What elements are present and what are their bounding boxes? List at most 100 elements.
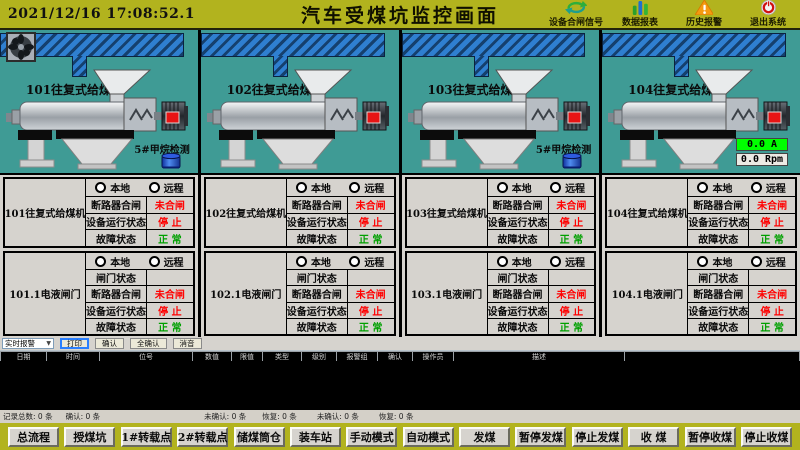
- local-label: 本地: [110, 254, 130, 269]
- alarm-mode-value: 实时报警: [5, 338, 35, 349]
- control-mode-row: 本地 远程: [487, 179, 595, 196]
- remote-mode-option[interactable]: 远程: [550, 180, 585, 195]
- local-radio[interactable]: [697, 256, 708, 267]
- header-bar: 2021/12/16 17:08:52.1 汽车受煤坑监控画面 设备合闸信号 数…: [0, 0, 800, 30]
- local-mode-option[interactable]: 本地: [497, 180, 532, 195]
- nav-overview-button[interactable]: 总流程: [8, 427, 59, 447]
- remote-radio[interactable]: [149, 256, 160, 267]
- auto-mode-button[interactable]: 自动模式: [403, 427, 454, 447]
- fault-row-label: 故障状态: [286, 318, 347, 334]
- nav-loading-station-button[interactable]: 装车站: [290, 427, 341, 447]
- remote-label: 远程: [766, 254, 786, 269]
- local-mode-option[interactable]: 本地: [497, 254, 532, 269]
- local-radio[interactable]: [697, 182, 708, 193]
- run-status: 停 止: [548, 302, 595, 318]
- nav-coal-pit-button[interactable]: 授煤坑: [64, 427, 115, 447]
- ack-all-button[interactable]: 全确认: [130, 338, 167, 349]
- remote-radio[interactable]: [751, 256, 762, 267]
- mute-button[interactable]: 消音: [173, 338, 202, 349]
- nav-transfer-point-2-button[interactable]: 2#转载点: [177, 427, 228, 447]
- local-mode-option[interactable]: 本地: [697, 254, 732, 269]
- record-total: 记录总数: 0 条: [3, 411, 53, 422]
- col-date: 日期: [1, 352, 46, 361]
- feeder-machine-graphic: [205, 68, 389, 172]
- pause-send-button[interactable]: 暂停发煤: [515, 427, 566, 447]
- local-radio[interactable]: [296, 182, 307, 193]
- mimic-area: 101往复式给煤机 5#甲烷检测 102往复式给煤机 103往复式给煤机 5#甲…: [0, 30, 800, 173]
- valve-status-table: 104.1电液闸门 本地 远程 闸门状态 断路器合闸 未合闸 设备运行状态 停 …: [605, 251, 797, 336]
- pause-receive-button[interactable]: 暂停收煤: [685, 427, 736, 447]
- breaker-status: 未合闸: [146, 285, 193, 301]
- datetime: 2021/12/16 17:08:52.1: [8, 6, 195, 22]
- alarm-mode-select[interactable]: 实时报警 ▼: [2, 338, 54, 349]
- local-radio[interactable]: [497, 182, 508, 193]
- send-coal-button[interactable]: 发煤: [459, 427, 510, 447]
- feeder-status-table: 103往复式给煤机 本地 远程 断路器合闸 未合闸 设备运行状态 停 止 故障状…: [405, 177, 597, 248]
- status-panel-104: 104往复式给煤机 本地 远程 断路器合闸 未合闸 设备运行状态 停 止 故障状…: [599, 175, 800, 337]
- local-label: 本地: [311, 254, 331, 269]
- device-close-signal-button[interactable]: 设备合闸信号: [544, 0, 608, 28]
- remote-mode-option[interactable]: 远程: [550, 254, 585, 269]
- remote-label: 远程: [164, 254, 184, 269]
- remote-mode-option[interactable]: 远程: [751, 254, 786, 269]
- remote-label: 远程: [565, 254, 585, 269]
- remote-mode-option[interactable]: 远程: [349, 254, 384, 269]
- nav-transfer-point-1-button[interactable]: 1#转载点: [121, 427, 172, 447]
- local-radio[interactable]: [296, 256, 307, 267]
- remote-radio[interactable]: [349, 256, 360, 267]
- remote-label: 远程: [766, 180, 786, 195]
- local-radio[interactable]: [497, 256, 508, 267]
- nav-coal-silo-button[interactable]: 储煤筒仓: [234, 427, 285, 447]
- local-radio[interactable]: [95, 182, 106, 193]
- local-mode-option[interactable]: 本地: [95, 254, 130, 269]
- remote-label: 远程: [565, 180, 585, 195]
- remote-mode-option[interactable]: 远程: [149, 254, 184, 269]
- stop-receive-button[interactable]: 停止收煤: [741, 427, 792, 447]
- local-mode-option[interactable]: 本地: [296, 180, 331, 195]
- ack-button[interactable]: 确认: [95, 338, 124, 349]
- breaker-row-label: 断路器合闸: [85, 196, 146, 213]
- header-button-label: 历史报警: [686, 15, 722, 28]
- history-alarm-button[interactable]: 历史报警: [672, 0, 736, 28]
- gate-row-label: 闸门状态: [85, 269, 146, 285]
- breaker-row-label: 断路器合闸: [85, 285, 146, 301]
- exit-system-button[interactable]: 退出系统: [736, 0, 800, 28]
- local-label: 本地: [712, 180, 732, 195]
- local-label: 本地: [311, 180, 331, 195]
- gate-row-label: 闸门状态: [286, 269, 347, 285]
- col-time: 时间: [47, 352, 99, 361]
- local-mode-option[interactable]: 本地: [296, 254, 331, 269]
- remote-radio[interactable]: [550, 256, 561, 267]
- data-report-button[interactable]: 数据报表: [608, 0, 672, 28]
- remote-mode-option[interactable]: 远程: [751, 180, 786, 195]
- run-row-label: 设备运行状态: [85, 213, 146, 230]
- remote-radio[interactable]: [349, 182, 360, 193]
- col-tag: 位号: [100, 352, 192, 361]
- status-panel-102: 102往复式给煤机 本地 远程 断路器合闸 未合闸 设备运行状态 停 止 故障状…: [198, 175, 399, 337]
- fault-status: 正 常: [146, 318, 193, 334]
- manual-mode-button[interactable]: 手动模式: [346, 427, 397, 447]
- device-name: 102往复式给煤机: [206, 179, 286, 246]
- fault-row-label: 故障状态: [286, 229, 347, 246]
- local-radio[interactable]: [95, 256, 106, 267]
- alarm-toolbar: 实时报警 ▼ 打印 确认 全确认 消音: [0, 337, 800, 350]
- header-button-label: 退出系统: [750, 15, 786, 28]
- col-filler: [625, 352, 799, 361]
- local-mode-option[interactable]: 本地: [95, 180, 130, 195]
- local-mode-option[interactable]: 本地: [697, 180, 732, 195]
- remote-radio[interactable]: [149, 182, 160, 193]
- remote-radio[interactable]: [550, 182, 561, 193]
- receive-coal-button[interactable]: 收 煤: [628, 427, 679, 447]
- run-row-label: 设备运行状态: [85, 302, 146, 318]
- print-button[interactable]: 打印: [60, 338, 89, 349]
- breaker-status: 未合闸: [548, 285, 595, 301]
- remote-mode-option[interactable]: 远程: [349, 180, 384, 195]
- remote-radio[interactable]: [751, 182, 762, 193]
- run-status: 停 止: [146, 213, 193, 230]
- current-readout: 0.0 A: [736, 138, 788, 151]
- bar-chart-icon: [630, 0, 651, 15]
- remote-mode-option[interactable]: 远程: [149, 180, 184, 195]
- valve-status-table: 103.1电液闸门 本地 远程 闸门状态 断路器合闸 未合闸 设备运行状态 停 …: [405, 251, 597, 336]
- stop-send-button[interactable]: 停止发煤: [572, 427, 623, 447]
- hatched-beam: [402, 33, 586, 57]
